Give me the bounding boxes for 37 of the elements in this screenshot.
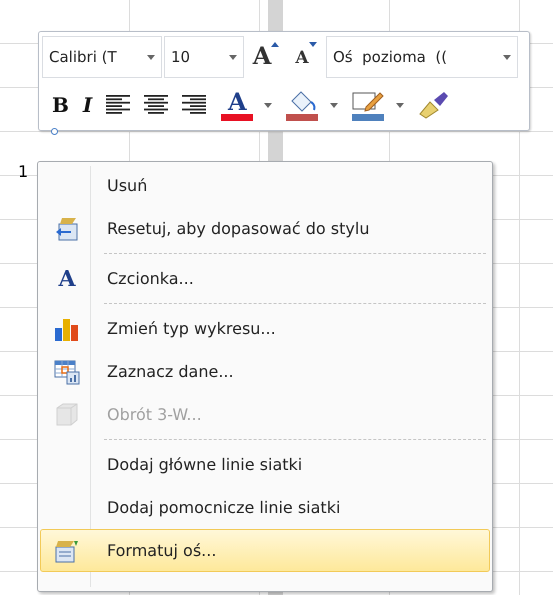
font-value: Calibri (T	[49, 46, 117, 68]
menu-item[interactable]: Dodaj główne linie siatki	[40, 443, 490, 486]
cube-icon	[55, 402, 79, 428]
caret-icon	[229, 54, 237, 60]
table-data-icon	[54, 358, 80, 384]
caret-icon	[503, 54, 511, 60]
chart-element-value: Oś pozioma ((	[333, 46, 448, 68]
menu-item[interactable]: A Czcionka...	[40, 257, 490, 300]
up-triangle-icon	[271, 42, 280, 47]
size-value: 10	[171, 46, 190, 68]
align-icon[interactable]	[182, 95, 206, 115]
menu-item[interactable]: Usuń	[40, 164, 490, 207]
grow-font-button[interactable]: A	[246, 36, 286, 78]
menu-item[interactable]: Resetuj, aby dopasować do stylu	[40, 207, 490, 250]
down-triangle-icon	[308, 42, 317, 47]
caret-icon	[147, 54, 155, 60]
font-color-button[interactable]: A	[220, 90, 254, 120]
font-icon: A	[58, 268, 76, 290]
italic-button[interactable]: I	[82, 90, 92, 120]
caret-icon	[330, 102, 338, 108]
caret-icon	[396, 102, 404, 108]
menu-item[interactable]: Dodaj pomocnicze linie siatki	[40, 486, 490, 529]
shrink-font-button[interactable]: A	[288, 36, 324, 78]
menu-item[interactable]: Zaznacz dane...	[40, 350, 490, 393]
cell-text: 1	[18, 161, 28, 183]
align-icon[interactable]	[144, 95, 168, 115]
brush-icon[interactable]	[418, 90, 450, 120]
fill-bucket-icon[interactable]	[286, 89, 320, 121]
caret-icon	[264, 102, 272, 108]
font-combo[interactable]: Calibri (T	[42, 36, 162, 78]
chart-element-combo[interactable]: Oś pozioma ((	[326, 36, 518, 78]
menu-item[interactable]: Formatuj oś...	[40, 529, 490, 572]
bold-button[interactable]: B	[52, 90, 69, 120]
reset-style-icon	[54, 216, 80, 242]
align-icon[interactable]	[106, 95, 130, 115]
size-combo[interactable]: 10	[164, 36, 244, 78]
menu-item[interactable]: Zmień typ wykresu...	[40, 307, 490, 350]
